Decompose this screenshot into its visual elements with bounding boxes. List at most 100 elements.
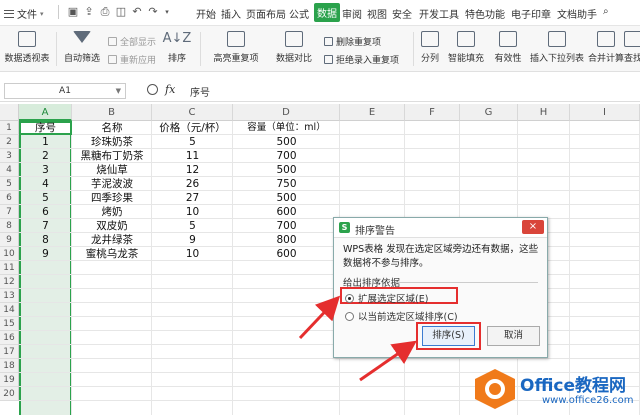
row-header[interactable]: 15 (0, 317, 19, 331)
table-cell[interactable]: 9 (152, 233, 233, 247)
preview-icon[interactable]: ◫ (114, 5, 128, 19)
row-header[interactable]: 20 (0, 387, 19, 401)
pivot-table-button[interactable]: 数据透视表 (4, 31, 50, 64)
column-header-e[interactable]: E (340, 104, 405, 121)
row-header[interactable]: 3 (0, 149, 19, 163)
header-cell[interactable]: 价格（元/杯） (152, 121, 233, 135)
row-header[interactable]: 11 (0, 261, 19, 275)
column-header-g[interactable]: G (460, 104, 518, 121)
export-icon[interactable]: ⇪ (82, 5, 96, 19)
table-cell[interactable]: 烧仙草 (72, 163, 152, 177)
search-icon[interactable]: ⌕ (603, 6, 609, 17)
table-cell[interactable]: 500 (233, 135, 340, 149)
menu-item-formula[interactable]: 公式 (289, 6, 309, 21)
menu-item-doc-assistant[interactable]: 文档助手 (557, 6, 597, 21)
name-box[interactable]: A1 ▼ (4, 83, 126, 99)
table-cell[interactable]: 5 (19, 191, 72, 205)
select-all-corner[interactable] (0, 104, 19, 121)
table-cell[interactable]: 11 (152, 149, 233, 163)
table-cell[interactable]: 500 (233, 163, 340, 177)
insert-dropdown-button[interactable]: 插入下拉列表 (530, 31, 584, 64)
table-cell[interactable]: 蜜桃乌龙茶 (72, 247, 152, 261)
table-cell[interactable]: 10 (152, 205, 233, 219)
header-cell[interactable]: 容量（单位：ml） (233, 121, 340, 135)
menu-item-developer[interactable]: 开发工具 (419, 6, 459, 21)
table-cell[interactable]: 4 (19, 177, 72, 191)
table-cell[interactable]: 8 (19, 233, 72, 247)
table-cell[interactable]: 600 (233, 247, 340, 261)
formula-input[interactable]: 序号 (190, 84, 210, 99)
row-header[interactable]: 17 (0, 345, 19, 359)
table-cell[interactable]: 烤奶 (72, 205, 152, 219)
radio-expand-selection[interactable]: 扩展选定区域(E) (345, 291, 428, 305)
smart-fill-button[interactable]: 智能填充 (446, 31, 486, 64)
split-column-button[interactable]: 分列 (418, 31, 442, 64)
table-cell[interactable]: 12 (152, 163, 233, 177)
menu-item-insert[interactable]: 插入 (221, 6, 241, 21)
data-compare-button[interactable]: 数据对比 (270, 31, 318, 64)
menu-item-features[interactable]: 特色功能 (465, 6, 505, 21)
table-cell[interactable]: 黑糖布丁奶茶 (72, 149, 152, 163)
table-cell[interactable]: 双皮奶 (72, 219, 152, 233)
table-cell[interactable]: 700 (233, 219, 340, 233)
row-header[interactable]: 1 (0, 121, 19, 135)
table-cell[interactable]: 1 (19, 135, 72, 149)
column-header-f[interactable]: F (405, 104, 460, 121)
column-header-b[interactable]: B (72, 104, 152, 121)
table-cell[interactable]: 27 (152, 191, 233, 205)
table-cell[interactable]: 7 (19, 219, 72, 233)
row-header[interactable]: 19 (0, 373, 19, 387)
table-cell[interactable]: 5 (152, 135, 233, 149)
column-header-i[interactable]: I (570, 104, 640, 121)
menu-item-page-layout[interactable]: 页面布局 (246, 6, 286, 21)
table-cell[interactable]: 800 (233, 233, 340, 247)
column-header-a[interactable]: A (19, 104, 72, 121)
menu-item-security[interactable]: 安全 (392, 6, 412, 21)
table-cell[interactable]: 四季珍果 (72, 191, 152, 205)
menu-item-e-seal[interactable]: 电子印章 (511, 6, 551, 21)
merge-calc-button[interactable]: 合并计算 (588, 31, 624, 64)
print-icon[interactable]: ⎙ (98, 5, 112, 19)
table-cell[interactable]: 26 (152, 177, 233, 191)
row-header[interactable]: 2 (0, 135, 19, 149)
save-icon[interactable]: ▣ (66, 5, 80, 19)
sort-button[interactable]: A↓Z 排序 (162, 31, 192, 64)
row-header[interactable]: 8 (0, 219, 19, 233)
menu-item-view[interactable]: 视图 (367, 6, 387, 21)
header-cell[interactable]: 名称 (72, 121, 152, 135)
row-header[interactable]: 13 (0, 289, 19, 303)
row-header[interactable]: 12 (0, 275, 19, 289)
row-header[interactable]: 7 (0, 205, 19, 219)
autofilter-button[interactable]: 自动筛选 (62, 31, 102, 64)
row-header[interactable]: 6 (0, 191, 19, 205)
table-cell[interactable]: 3 (19, 163, 72, 177)
zoom-icon[interactable] (147, 84, 158, 95)
table-cell[interactable]: 2 (19, 149, 72, 163)
row-header[interactable]: 18 (0, 359, 19, 373)
reapply-button[interactable]: 重新应用 (108, 53, 156, 66)
row-header[interactable]: 14 (0, 303, 19, 317)
menu-item-review[interactable]: 审阅 (342, 6, 362, 21)
table-cell[interactable]: 500 (233, 191, 340, 205)
lookup-button[interactable]: 查找 (624, 31, 640, 64)
radio-current-selection[interactable]: 以当前选定区域排序(C) (345, 309, 458, 323)
header-cell[interactable]: 序号 (19, 121, 72, 135)
column-header-d[interactable]: D (233, 104, 340, 121)
sort-button[interactable]: 排序(S) (422, 326, 475, 346)
highlight-duplicates-button[interactable]: 高亮重复项 (208, 31, 264, 64)
table-cell[interactable]: 750 (233, 177, 340, 191)
table-cell[interactable]: 5 (152, 219, 233, 233)
undo-icon[interactable]: ↶ (130, 5, 144, 19)
column-header-h[interactable]: H (518, 104, 570, 121)
row-header[interactable]: 16 (0, 331, 19, 345)
chevron-down-icon[interactable]: ▼ (116, 84, 121, 98)
reject-duplicates-button[interactable]: 拒绝录入重复项 (324, 53, 399, 66)
table-cell[interactable]: 600 (233, 205, 340, 219)
menu-item-data[interactable]: 数据 (314, 3, 340, 22)
row-header[interactable]: 9 (0, 233, 19, 247)
show-all-button[interactable]: 全部显示 (108, 35, 156, 48)
row-header[interactable]: 10 (0, 247, 19, 261)
table-cell[interactable]: 6 (19, 205, 72, 219)
dialog-titlebar[interactable]: S 排序警告 × (334, 218, 547, 238)
remove-duplicates-button[interactable]: 删除重复项 (324, 35, 381, 48)
